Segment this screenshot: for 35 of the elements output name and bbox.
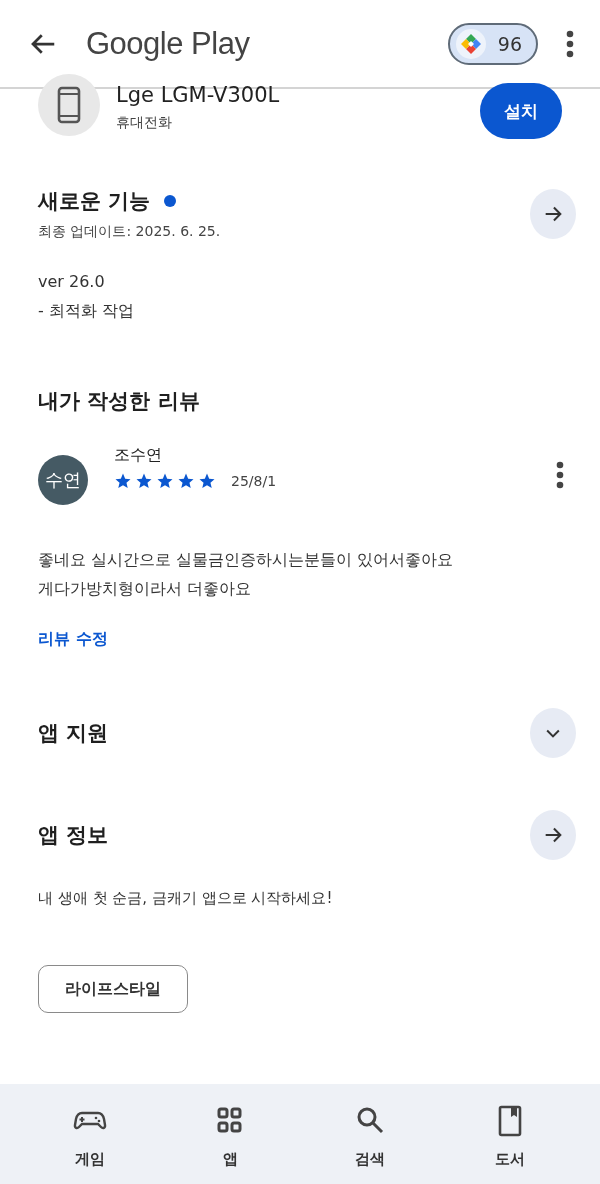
star-icon (135, 472, 153, 490)
update-date: 최종 업데이트: 2025. 6. 25. (38, 223, 222, 241)
review-date: 25/8/1 (231, 473, 277, 489)
more-icon (556, 461, 564, 489)
app-description: 내 생애 첫 순금, 금캐기 앱으로 시작하세요! (38, 888, 334, 909)
star-icon (177, 472, 195, 490)
nav-item[interactable]: 검색 (300, 1084, 440, 1184)
app-name: Lge LGM-V300L (116, 84, 281, 106)
phone-icon (57, 86, 81, 124)
edit-review-link[interactable]: 리뷰 수정 (38, 629, 108, 650)
arrow-button[interactable] (530, 189, 576, 239)
section-title: 내가 작성한 리뷰 (38, 388, 200, 415)
nav-item[interactable]: 게임 (20, 1084, 160, 1184)
more-icon[interactable] (566, 29, 574, 58)
nav-item[interactable]: 앱 (160, 1084, 300, 1184)
category-chip[interactable]: 라이프스타일 (38, 965, 188, 1013)
review-text: 좋네요 실시간으로 실물금인증하시는분들이 있어서좋아요 (38, 549, 455, 571)
install-button[interactable]: 설치 (480, 83, 562, 139)
app-category: 휴대전화 (116, 114, 173, 132)
review-text: 게다가방치형이라서 더좋아요 (38, 578, 253, 600)
release-note: ver 26.0 (38, 271, 106, 293)
release-note: - 최적화 작업 (38, 300, 135, 322)
star-icon (198, 472, 216, 490)
star-icon (156, 472, 174, 490)
app-title: Google Play (86, 25, 251, 62)
reviewer-name: 조수연 (114, 445, 163, 466)
section-title: 앱 지원 (38, 720, 109, 747)
nav-item[interactable]: 도서 (440, 1084, 580, 1184)
star-icon (114, 472, 132, 490)
diamond-icon (459, 32, 482, 55)
avatar: 수연 (38, 455, 88, 505)
arrow-button[interactable] (530, 810, 576, 860)
points-badge[interactable]: 96 (447, 22, 538, 65)
section-title: 새로운 기능 (38, 188, 151, 215)
section-title: 앱 정보 (38, 822, 109, 849)
